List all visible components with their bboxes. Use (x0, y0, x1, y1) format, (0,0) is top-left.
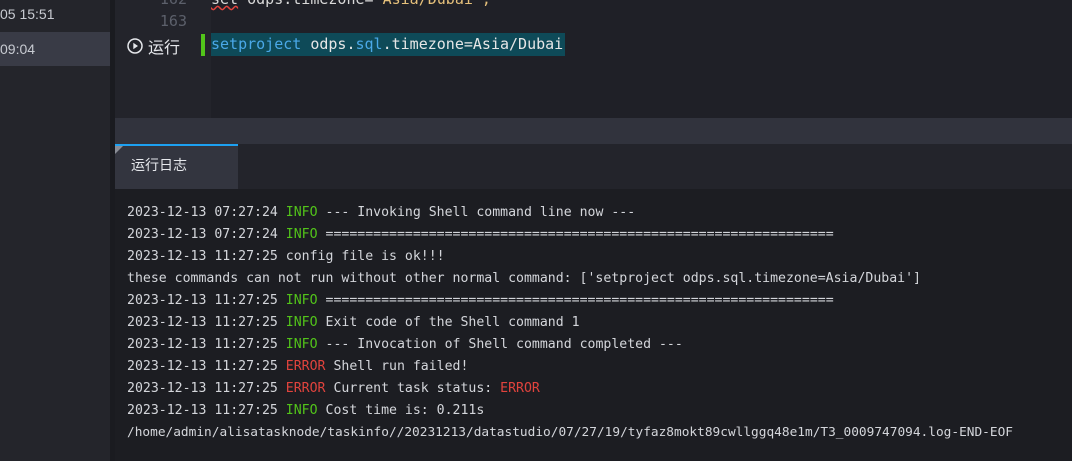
code-keyword: set (211, 0, 238, 8)
current-line-marker (201, 34, 205, 56)
code-text: odps.timezone= (238, 0, 373, 8)
line-gutter: 162 163 运行 (115, 0, 211, 118)
task-status-value: ERROR (500, 381, 540, 396)
task-history-sidebar: 05 15:51 09:04 (0, 0, 110, 461)
history-item[interactable]: 05 15:51 (0, 0, 110, 31)
run-line-label: 运行 (148, 38, 181, 57)
log-timestamp: 2023-12-13 11:27:25 (127, 337, 286, 352)
log-message: Exit code of the Shell command 1 (317, 315, 580, 330)
log-line: 2023-12-13 11:27:25 INFO Cost time is: 0… (127, 400, 1067, 422)
log-level: INFO (285, 337, 318, 352)
log-timestamp: 2023-12-13 11:27:25 (127, 293, 286, 308)
log-message: --- Invocation of Shell command complete… (317, 337, 683, 352)
code-string: 'Asia/Dubai'; (374, 0, 491, 8)
log-line: /home/admin/alisatasknode/taskinfo//2023… (127, 422, 1067, 444)
log-message: ========================================… (317, 227, 834, 242)
log-line: 2023-12-13 07:27:24 INFO ===============… (127, 224, 1067, 246)
tab-corner-icon (115, 146, 123, 154)
log-line: 2023-12-13 11:27:25 INFO Exit code of th… (127, 312, 1067, 334)
log-level: INFO (285, 205, 318, 220)
log-level: INFO (285, 403, 318, 418)
log-level: ERROR (285, 359, 326, 374)
log-file-path: /home/admin/alisatasknode/taskinfo//2023… (127, 425, 1014, 440)
log-level: INFO (285, 227, 318, 242)
log-level: ERROR (285, 381, 326, 396)
log-line: 2023-12-13 11:27:25 INFO --- Invocation … (127, 334, 1067, 356)
code-text: .timezone=Asia/Dubai (382, 35, 564, 53)
history-item-time: 05 15:51 (0, 6, 55, 22)
run-line-button[interactable]: 运行 (127, 34, 180, 58)
log-line: 2023-12-13 11:27:25 config file is ok!!! (127, 246, 1067, 268)
log-line: 2023-12-13 11:27:25 ERROR Current task s… (127, 378, 1067, 400)
log-line: these commands can not run without other… (127, 268, 1067, 290)
log-message: --- Invoking Shell command line now --- (317, 205, 636, 220)
panel-resize-handle[interactable] (115, 118, 1072, 144)
log-line: 2023-12-13 11:27:25 ERROR Shell run fail… (127, 356, 1067, 378)
ide-window: 05 15:51 09:04 162 163 运行 set odps.ti (0, 0, 1072, 461)
play-circle-icon (127, 38, 143, 54)
log-tab-strip: 运行日志 (115, 144, 1072, 189)
log-message: ========================================… (317, 293, 834, 308)
log-timestamp: 2023-12-13 11:27:25 (127, 315, 286, 330)
code-editor[interactable]: 162 163 运行 set odps.timezone='Asia/Dubai… (115, 0, 1072, 118)
log-message: Shell run failed! (325, 359, 469, 374)
log-line: 2023-12-13 07:27:24 INFO --- Invoking Sh… (127, 202, 1067, 224)
log-message: Current task status: (325, 381, 501, 396)
log-message: Cost time is: 0.211s (317, 403, 485, 418)
history-item-selected[interactable]: 09:04 (0, 32, 110, 66)
tab-run-log[interactable]: 运行日志 (115, 144, 238, 189)
log-timestamp: 2023-12-13 11:27:25 (127, 403, 286, 418)
log-message: these commands can not run without other… (127, 271, 921, 286)
log-timestamp: 2023-12-13 11:27:25 (127, 249, 286, 264)
code-line-selected: setproject odps.sql.timezone=Asia/Dubai (211, 33, 566, 56)
history-item-time: 09:04 (0, 41, 36, 57)
log-timestamp: 2023-12-13 07:27:24 (127, 227, 286, 242)
log-output[interactable]: 2023-12-13 07:27:24 INFO --- Invoking Sh… (127, 202, 1067, 444)
code-line: set odps.timezone='Asia/Dubai'; (211, 0, 491, 8)
run-log-panel: 运行日志 2023-12-13 07:27:24 INFO --- Invoki… (115, 144, 1072, 461)
log-line: 2023-12-13 11:27:25 INFO ===============… (127, 290, 1067, 312)
log-timestamp: 2023-12-13 07:27:24 (127, 205, 286, 220)
log-message: config file is ok!!! (285, 249, 445, 264)
code-text: odps. (310, 35, 356, 53)
line-number: 162 (137, 0, 187, 8)
line-number: 163 (159, 12, 187, 30)
code-keyword: sql (355, 35, 383, 53)
code-text-area[interactable]: set odps.timezone='Asia/Dubai'; setproje… (211, 0, 1072, 118)
code-keyword: setproject (211, 35, 302, 53)
log-timestamp: 2023-12-13 11:27:25 (127, 381, 286, 396)
log-level: INFO (285, 293, 318, 308)
log-timestamp: 2023-12-13 11:27:25 (127, 359, 286, 374)
tab-label: 运行日志 (131, 158, 187, 174)
log-level: INFO (285, 315, 318, 330)
